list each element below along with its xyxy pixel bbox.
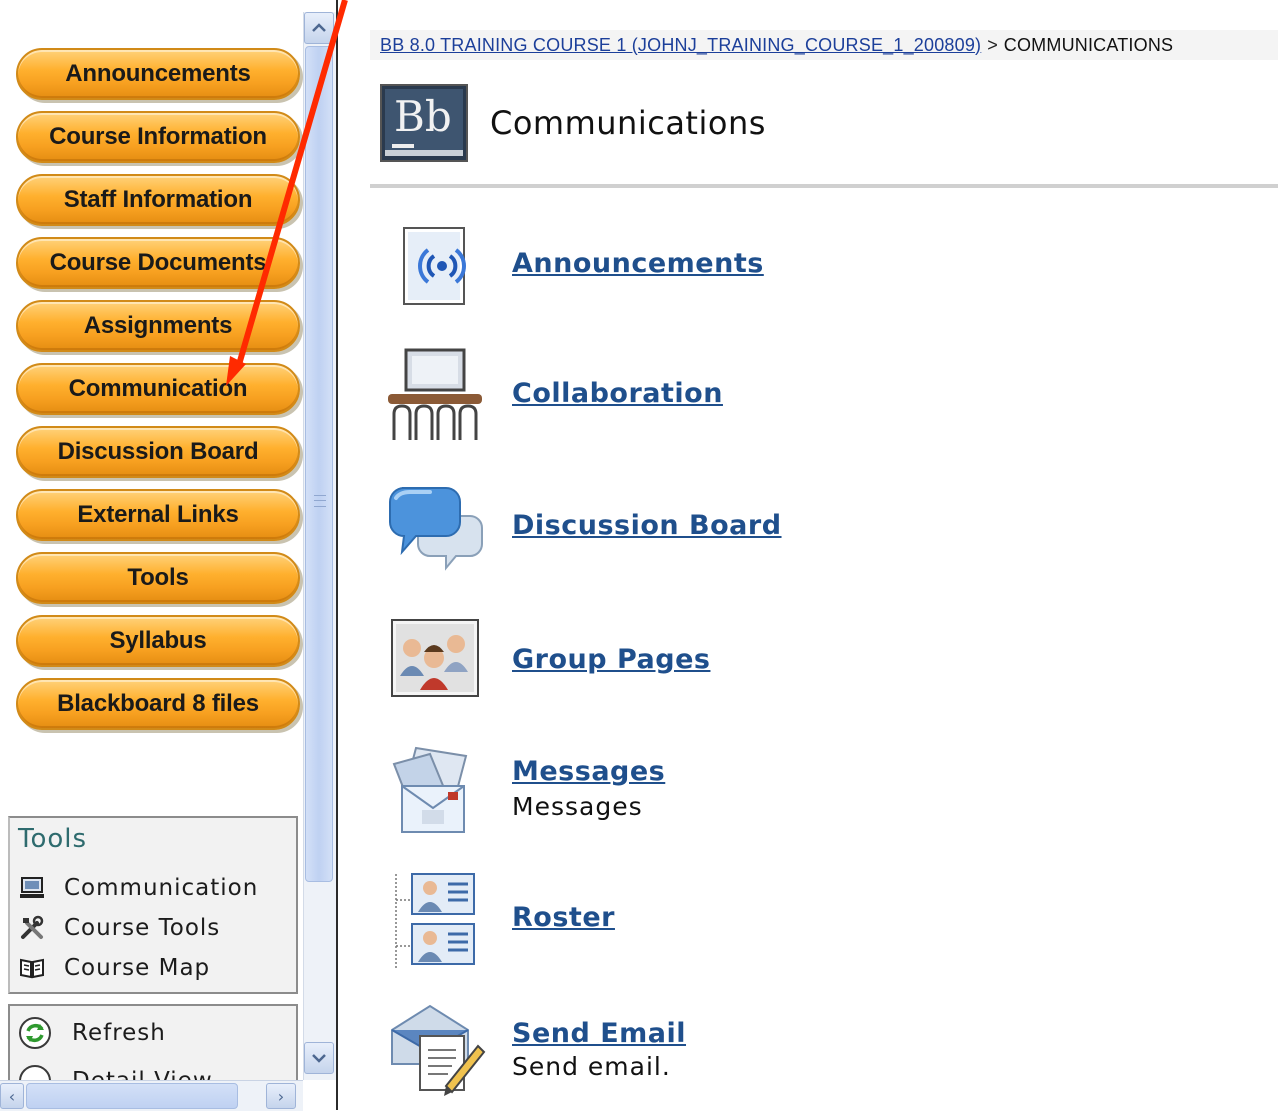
nav-vertical-scrollbar[interactable] <box>303 12 336 1080</box>
scroll-up-arrow-icon[interactable] <box>304 12 334 44</box>
scroll-grip-icon <box>314 495 326 507</box>
blackboard-logo-icon: Bb <box>380 84 468 162</box>
announcements-link[interactable]: Announcements <box>512 248 764 279</box>
roster-cards-icon <box>386 870 486 968</box>
discussion-board-link[interactable]: Discussion Board <box>512 510 782 541</box>
messages-description: Messages <box>512 792 643 821</box>
refresh-button[interactable]: Refresh <box>18 1016 166 1050</box>
page-title: Communications <box>490 104 766 142</box>
menu-button-assignments[interactable]: Assignments <box>16 300 300 352</box>
course-menu-frame: Announcements Course Information Staff I… <box>0 0 336 1111</box>
refresh-icon <box>18 1016 52 1050</box>
tool-row-announcements: Announcements <box>386 226 1246 322</box>
menu-button-tools[interactable]: Tools <box>16 552 300 604</box>
tools-panel-title: Tools <box>18 824 88 854</box>
send-email-link[interactable]: Send Email <box>512 1018 686 1049</box>
header-divider <box>370 184 1278 188</box>
menu-button-syllabus[interactable]: Syllabus <box>16 615 300 667</box>
roster-link[interactable]: Roster <box>512 902 615 933</box>
menu-button-discussion-board[interactable]: Discussion Board <box>16 426 300 478</box>
tools-item-label: Communication <box>64 875 259 901</box>
refresh-panel: Refresh Detail View <box>8 1004 298 1080</box>
menu-button-announcements[interactable]: Announcements <box>16 48 300 100</box>
collaboration-link[interactable]: Collaboration <box>512 378 723 409</box>
scroll-right-arrow-icon[interactable]: › <box>266 1083 296 1109</box>
menu-button-course-documents[interactable]: Course Documents <box>16 237 300 289</box>
page-header: Bb Communications <box>380 82 766 164</box>
group-pages-link[interactable]: Group Pages <box>512 644 710 675</box>
email-pen-icon <box>386 1002 486 1098</box>
breadcrumb: BB 8.0 TRAINING COURSE 1 (JOHNJ_TRAINING… <box>370 30 1278 60</box>
tool-row-roster: Roster <box>386 870 1246 968</box>
menu-button-blackboard-8-files[interactable]: Blackboard 8 files <box>16 678 300 730</box>
tool-row-messages: Messages Messages <box>386 742 1246 838</box>
broadcast-icon <box>386 226 486 322</box>
menu-button-communication[interactable]: Communication <box>16 363 300 415</box>
messages-link[interactable]: Messages <box>512 756 665 787</box>
group-people-icon <box>386 618 486 714</box>
scroll-down-arrow-icon[interactable] <box>304 1042 334 1074</box>
tools-item-course-tools[interactable]: Course Tools <box>18 912 220 944</box>
tools-item-label: Course Map <box>64 955 211 981</box>
breadcrumb-course-link[interactable]: BB 8.0 TRAINING COURSE 1 (JOHNJ_TRAINING… <box>380 35 981 56</box>
tools-panel: Tools Communication Course Tools Course … <box>8 816 298 994</box>
tool-row-group-pages: Group Pages <box>386 618 1246 714</box>
detail-view-icon <box>18 1064 52 1080</box>
wrench-tools-icon <box>18 914 46 942</box>
frame-divider[interactable] <box>336 0 348 1110</box>
horizontal-scroll-thumb[interactable] <box>26 1083 238 1109</box>
tools-item-label: Course Tools <box>64 915 221 941</box>
tools-item-communication[interactable]: Communication <box>18 872 258 904</box>
tool-row-send-email: Send Email Send email. <box>386 1002 1246 1098</box>
breadcrumb-separator: > <box>987 34 998 55</box>
breadcrumb-current: COMMUNICATIONS <box>1003 34 1174 55</box>
detail-view-label: Detail View <box>72 1068 213 1080</box>
book-map-icon <box>18 954 46 982</box>
nav-horizontal-scrollbar[interactable]: ‹ › <box>0 1080 303 1111</box>
menu-button-staff-information[interactable]: Staff Information <box>16 174 300 226</box>
tool-row-collaboration: Collaboration <box>386 348 1246 444</box>
blackboard-logo-text: Bb <box>394 92 452 141</box>
menu-button-external-links[interactable]: External Links <box>16 489 300 541</box>
refresh-label: Refresh <box>72 1020 166 1046</box>
computer-icon <box>18 874 46 902</box>
vertical-scroll-thumb[interactable] <box>305 46 333 882</box>
detail-view-button[interactable]: Detail View <box>18 1064 213 1080</box>
send-email-description: Send email. <box>512 1052 671 1081</box>
tools-item-course-map[interactable]: Course Map <box>18 952 210 984</box>
tool-row-discussion-board: Discussion Board <box>386 484 1246 580</box>
speech-bubbles-icon <box>386 484 486 580</box>
envelopes-icon <box>386 742 486 838</box>
classroom-icon <box>386 348 486 444</box>
menu-button-course-information[interactable]: Course Information <box>16 111 300 163</box>
scroll-left-arrow-icon[interactable]: ‹ <box>0 1083 24 1109</box>
